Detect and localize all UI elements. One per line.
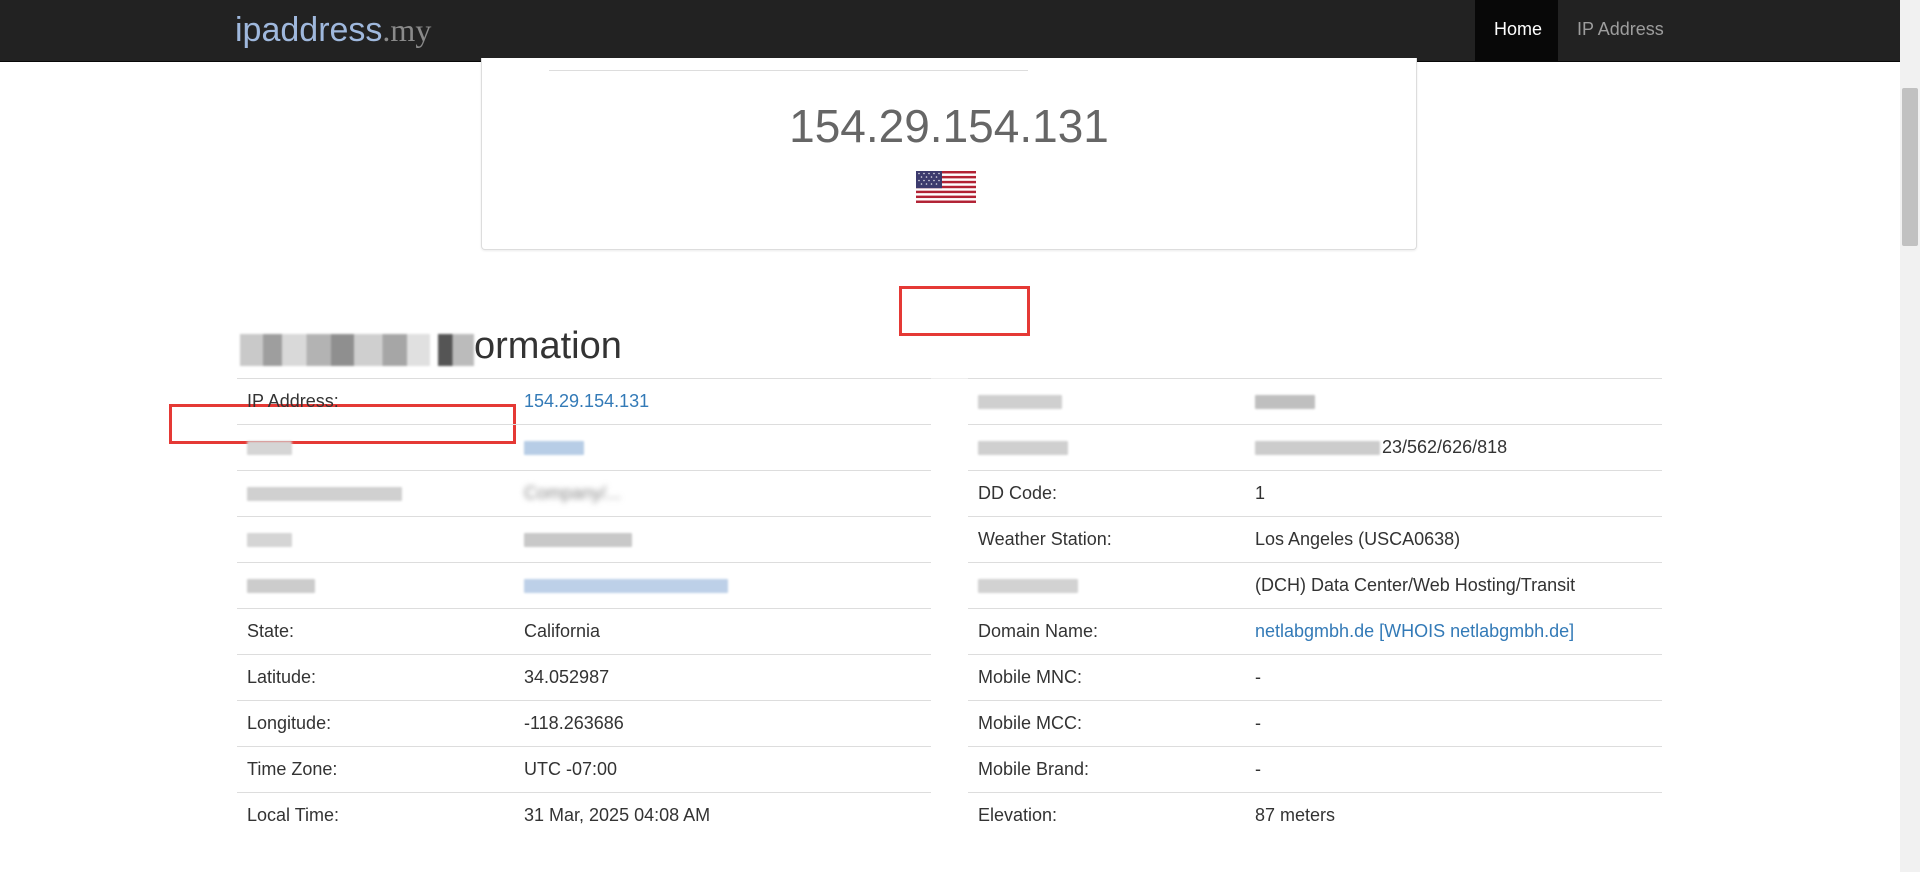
top-navbar: ipaddress.my Home IP Address <box>0 0 1900 62</box>
row-label-redacted <box>237 516 514 563</box>
table-row: Domain Name: netlabgmbh.de [WHOIS netlab… <box>968 608 1662 655</box>
brand-main: ipaddress <box>235 11 383 49</box>
nav-home-link[interactable]: Home <box>1475 0 1558 61</box>
row-label: Mobile Brand: <box>968 746 1245 793</box>
row-label: State: <box>237 608 514 655</box>
row-label: DD Code: <box>968 470 1245 517</box>
table-row <box>237 562 931 609</box>
row-value: 1 <box>1245 470 1662 517</box>
brand-tld: .my <box>382 12 432 48</box>
heading-redacted-block <box>240 320 474 376</box>
row-value: Los Angeles (USCA0638) <box>1245 516 1662 563</box>
table-row: Local Time: 31 Mar, 2025 04:08 AM <box>237 792 931 839</box>
row-label-redacted <box>968 424 1245 471</box>
table-row: Weather Station: Los Angeles (USCA0638) <box>968 516 1662 563</box>
row-value-redacted <box>514 516 931 563</box>
row-label: Domain Name: <box>968 608 1245 655</box>
site-logo-link[interactable]: ipaddress.my <box>235 8 431 52</box>
table-row: State: California <box>237 608 931 655</box>
row-label: IP Address: <box>237 378 514 425</box>
row-label-redacted <box>237 424 514 471</box>
row-value: Company/... <box>514 470 931 517</box>
row-label: Weather Station: <box>968 516 1245 563</box>
row-value: UTC -07:00 <box>514 746 931 793</box>
page-scrollbar-thumb[interactable] <box>1902 88 1918 246</box>
section-heading: ormation <box>240 318 622 376</box>
table-row: IP Address: 154.29.154.131 <box>237 378 931 425</box>
row-value: California <box>514 608 931 655</box>
big-ip-address: 154.29.154.131 <box>789 100 1109 152</box>
row-label-redacted <box>968 562 1245 609</box>
row-value: 87 meters <box>1245 792 1662 839</box>
row-value: 31 Mar, 2025 04:08 AM <box>514 792 931 839</box>
row-label: Latitude: <box>237 654 514 701</box>
table-row: Mobile Brand: - <box>968 746 1662 793</box>
table-row: Elevation: 87 meters <box>968 792 1662 839</box>
row-value: -118.263686 <box>514 700 931 747</box>
table-row: Mobile MCC: - <box>968 700 1662 747</box>
row-label: Time Zone: <box>237 746 514 793</box>
table-row <box>968 378 1662 425</box>
ip-info-table-right: 23/562/626/818 DD Code: 1 Weather Statio… <box>968 378 1662 839</box>
row-label: Mobile MCC: <box>968 700 1245 747</box>
row-value: - <box>1245 700 1662 747</box>
table-row <box>237 424 931 471</box>
row-label: Mobile MNC: <box>968 654 1245 701</box>
row-value: - <box>1245 654 1662 701</box>
row-value: 154.29.154.131 <box>514 378 931 425</box>
table-row: Longitude: -118.263686 <box>237 700 931 747</box>
row-label: Elevation: <box>968 792 1245 839</box>
row-label-redacted <box>237 562 514 609</box>
table-row: Mobile MNC: - <box>968 654 1662 701</box>
row-label: Longitude: <box>237 700 514 747</box>
table-row <box>237 516 931 563</box>
table-row: (DCH) Data Center/Web Hosting/Transit <box>968 562 1662 609</box>
table-row: 23/562/626/818 <box>968 424 1662 471</box>
row-value-redacted <box>514 424 931 471</box>
table-row: DD Code: 1 <box>968 470 1662 517</box>
row-value-redacted <box>1245 378 1662 425</box>
row-value: - <box>1245 746 1662 793</box>
table-row: Time Zone: UTC -07:00 <box>237 746 931 793</box>
nav-ip-address-link[interactable]: IP Address <box>1558 0 1688 61</box>
ip-address-link[interactable]: 154.29.154.131 <box>524 391 649 411</box>
row-value: netlabgmbh.de [WHOIS netlabgmbh.de] <box>1245 608 1662 655</box>
row-value: (DCH) Data Center/Web Hosting/Transit <box>1245 562 1662 609</box>
row-label-redacted <box>237 470 514 517</box>
table-row: Latitude: 34.052987 <box>237 654 931 701</box>
heading-visible-text: ormation <box>474 325 622 367</box>
row-value: 23/562/626/818 <box>1245 424 1662 471</box>
table-row: Company/... <box>237 470 931 517</box>
row-label: Local Time: <box>237 792 514 839</box>
ip-info-table-left: IP Address: 154.29.154.131 Company/... S… <box>237 378 931 839</box>
annotation-highlight-box-top <box>899 286 1030 336</box>
ip-summary-panel <box>481 58 1417 250</box>
row-value: 34.052987 <box>514 654 931 701</box>
row-label-redacted <box>968 378 1245 425</box>
domain-name-link[interactable]: netlabgmbh.de [WHOIS netlabgmbh.de] <box>1255 621 1574 641</box>
panel-divider <box>549 70 1028 71</box>
us-flag-icon <box>916 171 976 203</box>
row-value-redacted <box>514 562 931 609</box>
